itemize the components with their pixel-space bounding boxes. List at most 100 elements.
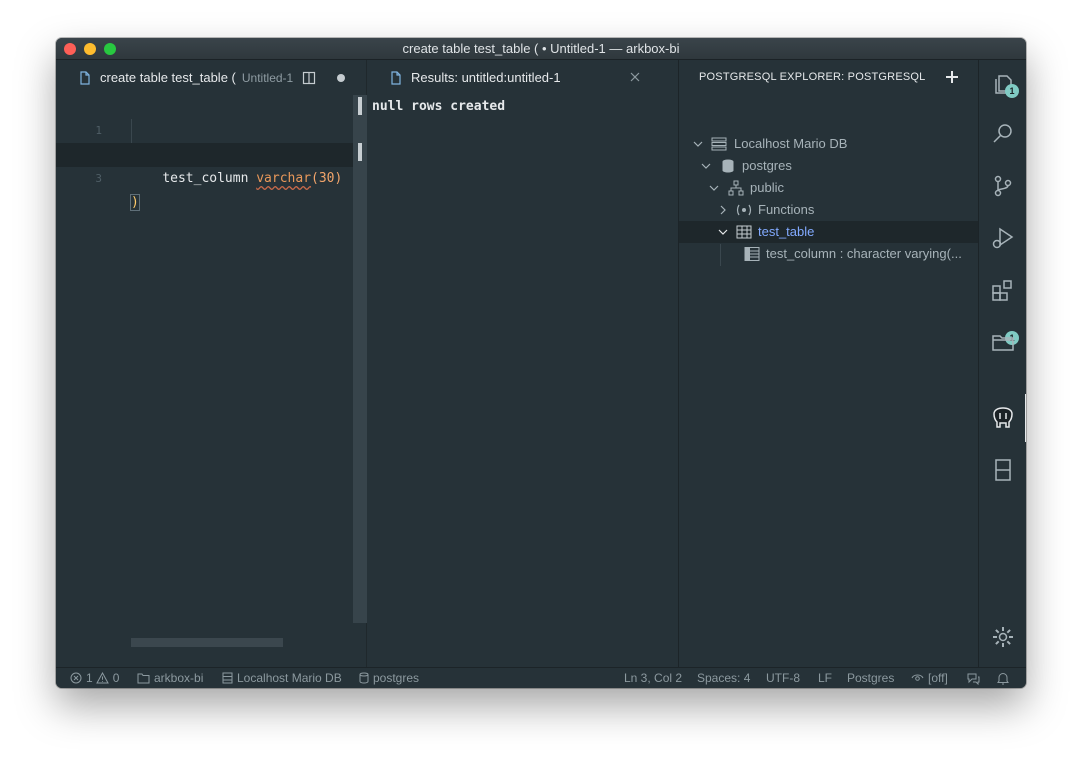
live-share-text: [off] [928,671,948,685]
bell-icon[interactable] [997,672,1009,685]
indentation-text: Spaces: 4 [697,671,751,685]
activity-bar: 1 1 [978,60,1026,667]
tree-item-label: Functions [758,202,815,217]
database-icon [359,672,369,684]
tree-item-label: Localhost Mario DB [734,136,848,151]
indentation-status[interactable]: Spaces: 4 [697,668,750,688]
indent-guide [131,119,132,143]
window-title: create table test_table ( • Untitled-1 —… [402,41,680,56]
tree-item-functions[interactable]: Functions [679,199,979,221]
code-line: 2 test_column varchar(30) [56,119,356,186]
cursor-position-text: Ln 3, Col 2 [624,671,683,685]
server-icon [711,137,727,151]
folder-icon[interactable] [991,330,1015,354]
line-number: 3 [95,172,102,185]
problems-status[interactable]: 1 0 [70,668,119,688]
run-debug-icon[interactable] [991,226,1015,250]
editor-tab-title: create table test_table ( [100,70,236,85]
encoding-text: UTF-8 [766,671,800,685]
schema-icon [728,180,744,196]
editor-tab[interactable]: create table test_table ( Untitled-1 [56,60,293,95]
extensions-icon[interactable] [991,278,1015,302]
error-count: 1 [86,671,93,685]
status-bar: 1 0 arkbox-bi Localhost Mario DB postgre… [56,667,1026,688]
editor-tab-bar: create table test_table ( Untitled-1 [56,60,367,95]
code-editor[interactable]: 1 create table test_table ( 2 test_colum… [56,95,367,667]
split-editor-icon[interactable] [302,71,316,85]
scrollbar-marker [358,143,362,161]
functions-icon [736,204,752,216]
server-icon [222,672,233,684]
database-status[interactable]: postgres [359,668,419,688]
active-view-indicator [1025,394,1026,442]
gear-icon[interactable] [991,625,1015,649]
column-name: test_column [162,171,249,186]
folder-name: arkbox-bi [154,671,204,685]
results-tab-title: Results: untitled:untitled-1 [411,70,561,85]
bookmark-icon[interactable] [991,458,1015,482]
warning-count: 0 [112,671,120,685]
eol-status[interactable]: LF [818,668,832,688]
tree-item-schema[interactable]: public [679,177,979,199]
code-line: 1 create table test_table ( [56,95,356,163]
postgresql-elephant-icon[interactable] [991,406,1015,430]
editor-tab-subtitle: Untitled-1 [241,70,294,85]
code-line: 3 ) [56,143,356,211]
close-window-button[interactable] [64,43,76,55]
chevron-down-icon [701,163,711,169]
eye-icon [911,674,924,681]
database-icon [722,159,734,173]
postgresql-explorer: POSTGRESQL EXPLORER: POSTGRESQL Localhos… [678,60,979,667]
cursor-position[interactable]: Ln 3, Col 2 [624,668,682,688]
live-share-status[interactable]: [off] [911,668,948,688]
tree-item-database[interactable]: postgres [679,155,979,177]
close-tab-icon[interactable] [629,71,641,83]
results-tab-bar: Results: untitled:untitled-1 [367,60,678,95]
folder-status[interactable]: arkbox-bi [137,668,203,688]
horizontal-scrollbar[interactable] [131,638,283,647]
warning-icon [95,672,109,684]
type-size: (30) [311,171,343,186]
type-name: varchar [256,171,312,186]
vertical-scrollbar[interactable] [353,95,367,623]
column-icon [744,247,760,261]
explorer-header: POSTGRESQL EXPLORER: POSTGRESQL [699,71,926,83]
source-control-icon[interactable] [991,174,1015,198]
tree-item-column[interactable]: test_column : character varying(... [679,243,979,265]
table-icon [736,225,752,239]
file-icon [80,70,90,85]
chevron-right-icon [720,205,726,215]
tree-item-connection[interactable]: Localhost Mario DB [679,133,979,155]
search-icon[interactable] [991,122,1015,146]
tree-item-table[interactable]: test_table [679,221,979,243]
file-icon [391,70,401,85]
minimize-window-button[interactable] [84,43,96,55]
folder-icon [137,673,150,683]
feedback-icon[interactable] [967,672,980,685]
unsaved-dot-icon[interactable] [337,74,345,82]
zoom-window-button[interactable] [104,43,116,55]
tree-item-label: public [750,180,784,195]
result-message: null rows created [372,99,506,114]
encoding-status[interactable]: UTF-8 [766,668,800,688]
add-connection-icon[interactable] [945,70,959,84]
tree-item-label: test_column : character varying(... [766,246,962,261]
language-text: Postgres [847,671,895,685]
database-name: postgres [373,671,420,685]
tree-item-label: test_table [758,224,815,239]
eol-text: LF [818,671,833,685]
connection-status[interactable]: Localhost Mario DB [222,668,342,688]
app-window: create table test_table ( • Untitled-1 —… [56,38,1026,688]
chevron-down-icon [693,141,703,147]
title-bar: create table test_table ( • Untitled-1 —… [56,38,1026,60]
language-status[interactable]: Postgres [847,668,894,688]
bracket: ) [130,194,140,211]
chevron-down-icon [709,185,719,191]
tree-item-label: postgres [742,158,792,173]
explorer-badge: 1 [1005,84,1019,98]
chevron-down-icon [718,229,728,235]
connection-name: Localhost Mario DB [237,671,342,685]
scrollbar-marker [358,97,362,115]
error-icon [70,672,82,684]
results-tab[interactable]: Results: untitled:untitled-1 [367,60,561,95]
